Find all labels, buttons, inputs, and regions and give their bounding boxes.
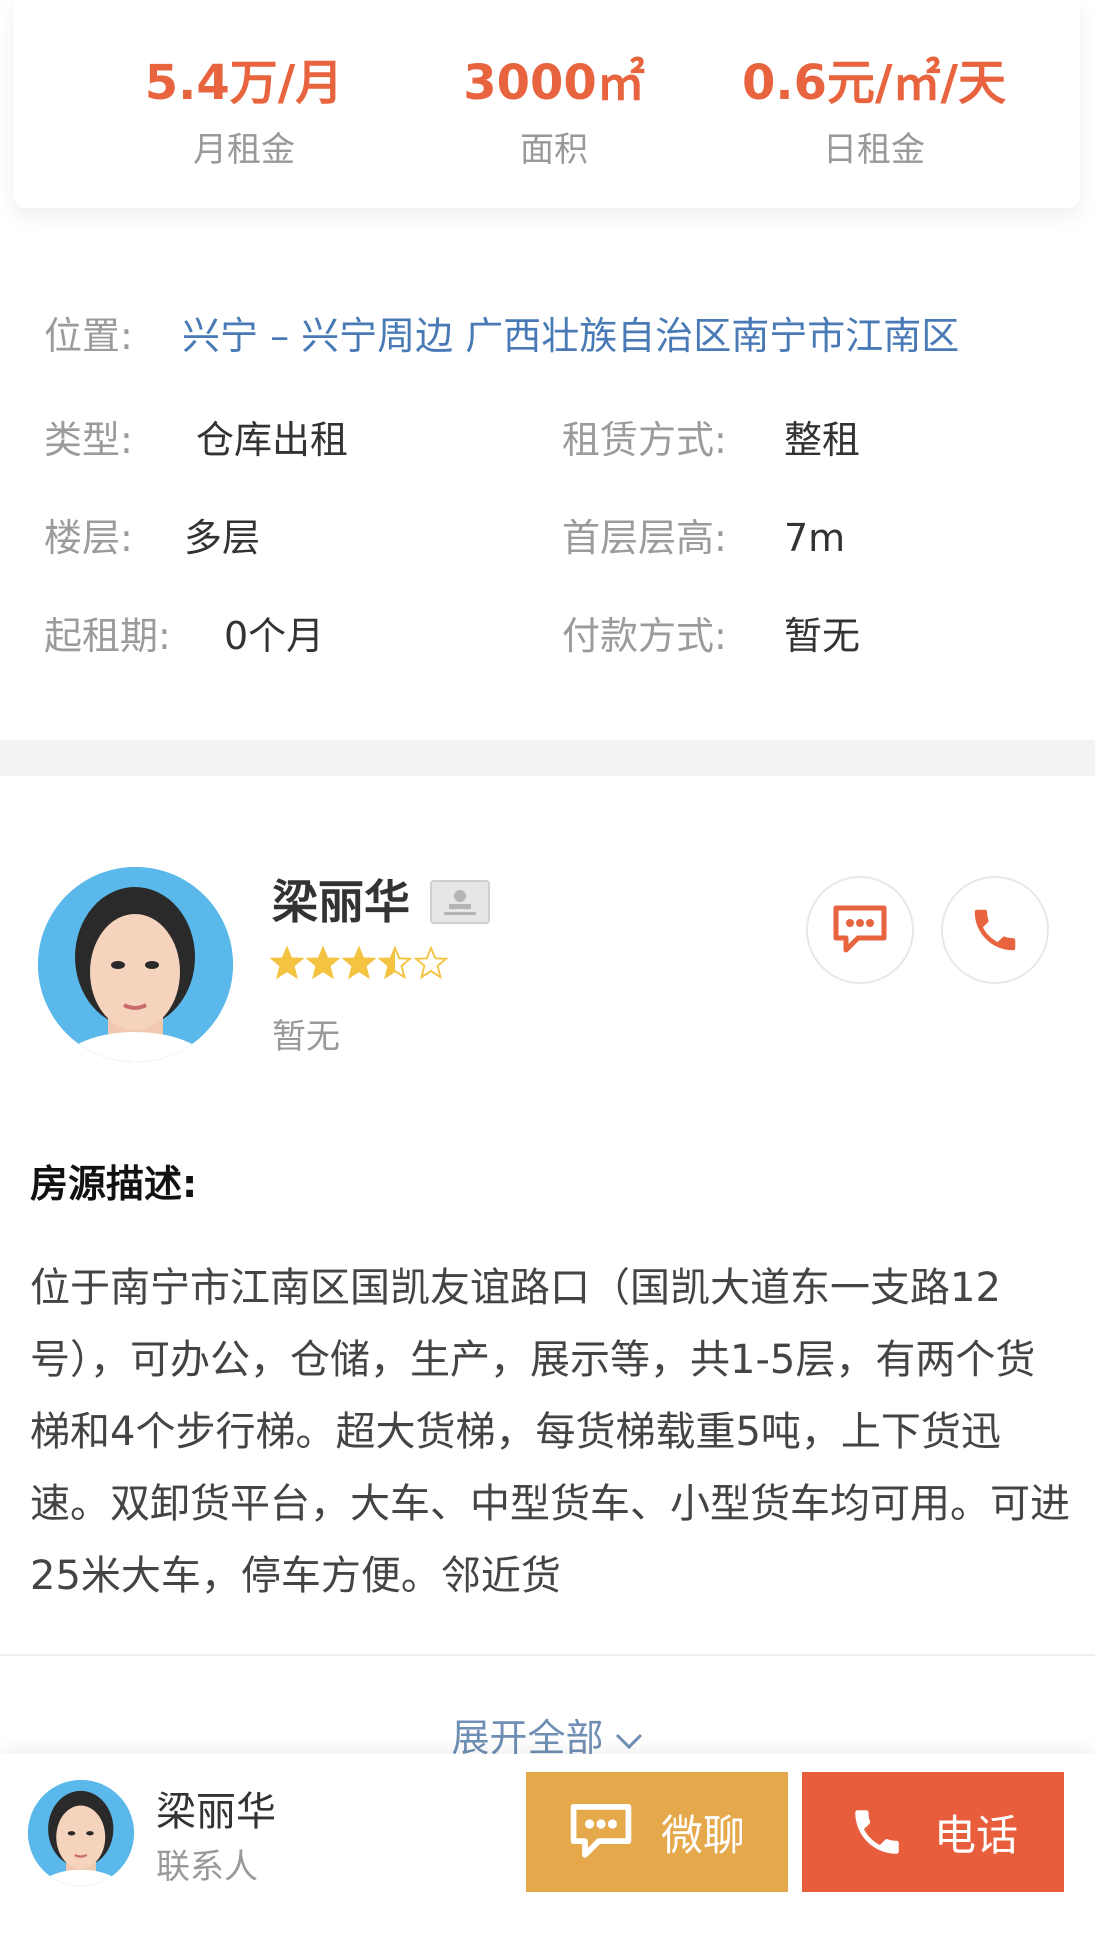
phone-icon bbox=[974, 909, 1016, 951]
star-icon bbox=[342, 946, 376, 980]
type-lease-row: 类型: 仓库出租 租赁方式: 整租 bbox=[0, 410, 1095, 470]
location-key: 位置: bbox=[44, 314, 133, 358]
daily-rent-value: 0.6元/㎡/天 bbox=[741, 55, 1007, 111]
location-row: 位置: 兴宁 – 兴宁周边 广西壮族自治区南宁市江南区 bbox=[0, 306, 1095, 366]
description-divider bbox=[0, 1654, 1095, 1656]
id-verified-icon bbox=[430, 880, 490, 924]
type-value: 仓库出租 bbox=[196, 418, 349, 462]
term-payment-row: 起租期: 0个月 付款方式: 暂无 bbox=[0, 606, 1095, 666]
agent-avatar[interactable] bbox=[38, 867, 233, 1062]
contact-avatar[interactable] bbox=[28, 1780, 134, 1886]
chat-button[interactable] bbox=[806, 876, 914, 984]
location-link[interactable]: 兴宁 – 兴宁周边 广西壮族自治区南宁市江南区 bbox=[182, 306, 959, 366]
chat-button-label: 微聊 bbox=[660, 1810, 745, 1860]
phone-icon bbox=[855, 1810, 899, 1854]
type-key: 类型: bbox=[44, 418, 133, 462]
height-value: 7m bbox=[784, 516, 846, 560]
call-button-label: 电话 bbox=[933, 1810, 1018, 1860]
daily-rent-stat: 0.6元/㎡/天 日租金 bbox=[674, 48, 1074, 180]
agent-company: 暂无 bbox=[272, 1017, 340, 1057]
payment-value: 暂无 bbox=[784, 614, 861, 658]
floor-key: 楼层: bbox=[44, 516, 133, 560]
contact-name: 梁丽华 bbox=[156, 1789, 276, 1835]
description-title: 房源描述: bbox=[30, 1162, 198, 1206]
wechat-chat-button[interactable]: 微聊 bbox=[526, 1772, 788, 1892]
price-summary-card: 5.4万/月 月租金 3000㎡ 面积 0.6元/㎡/天 日租金 bbox=[14, 0, 1080, 208]
daily-rent-label: 日租金 bbox=[823, 130, 925, 170]
bottom-contact-bar: 梁丽华 联系人 微聊 电话 bbox=[0, 1754, 1095, 1942]
section-divider bbox=[0, 740, 1095, 776]
lease-key: 租赁方式: bbox=[562, 418, 727, 462]
chat-bubble-icon bbox=[833, 905, 887, 953]
star-icon bbox=[270, 946, 304, 980]
lease-value: 整租 bbox=[784, 418, 861, 462]
phone-button[interactable] bbox=[941, 876, 1049, 984]
contact-role: 联系人 bbox=[156, 1847, 258, 1887]
payment-key: 付款方式: bbox=[562, 614, 727, 658]
chevron-down-icon bbox=[615, 1733, 642, 1749]
call-button[interactable]: 电话 bbox=[802, 1772, 1064, 1892]
floor-value: 多层 bbox=[184, 516, 261, 560]
min-term-key: 起租期: bbox=[44, 614, 171, 658]
star-icon bbox=[414, 946, 448, 980]
star-icon bbox=[378, 946, 412, 980]
description-body: 位于南宁市江南区国凯友谊路口（国凯大道东一支路12号），可办公，仓储，生产，展示… bbox=[30, 1265, 1070, 1599]
agent-name: 梁丽华 bbox=[272, 875, 410, 929]
floor-height-row: 楼层: 多层 首层层高: 7m bbox=[0, 508, 1095, 568]
height-key: 首层层高: bbox=[562, 516, 727, 560]
chat-bubble-icon bbox=[570, 1804, 632, 1858]
star-icon bbox=[306, 946, 340, 980]
min-term-value: 0个月 bbox=[224, 614, 325, 658]
rating-stars bbox=[270, 946, 448, 986]
